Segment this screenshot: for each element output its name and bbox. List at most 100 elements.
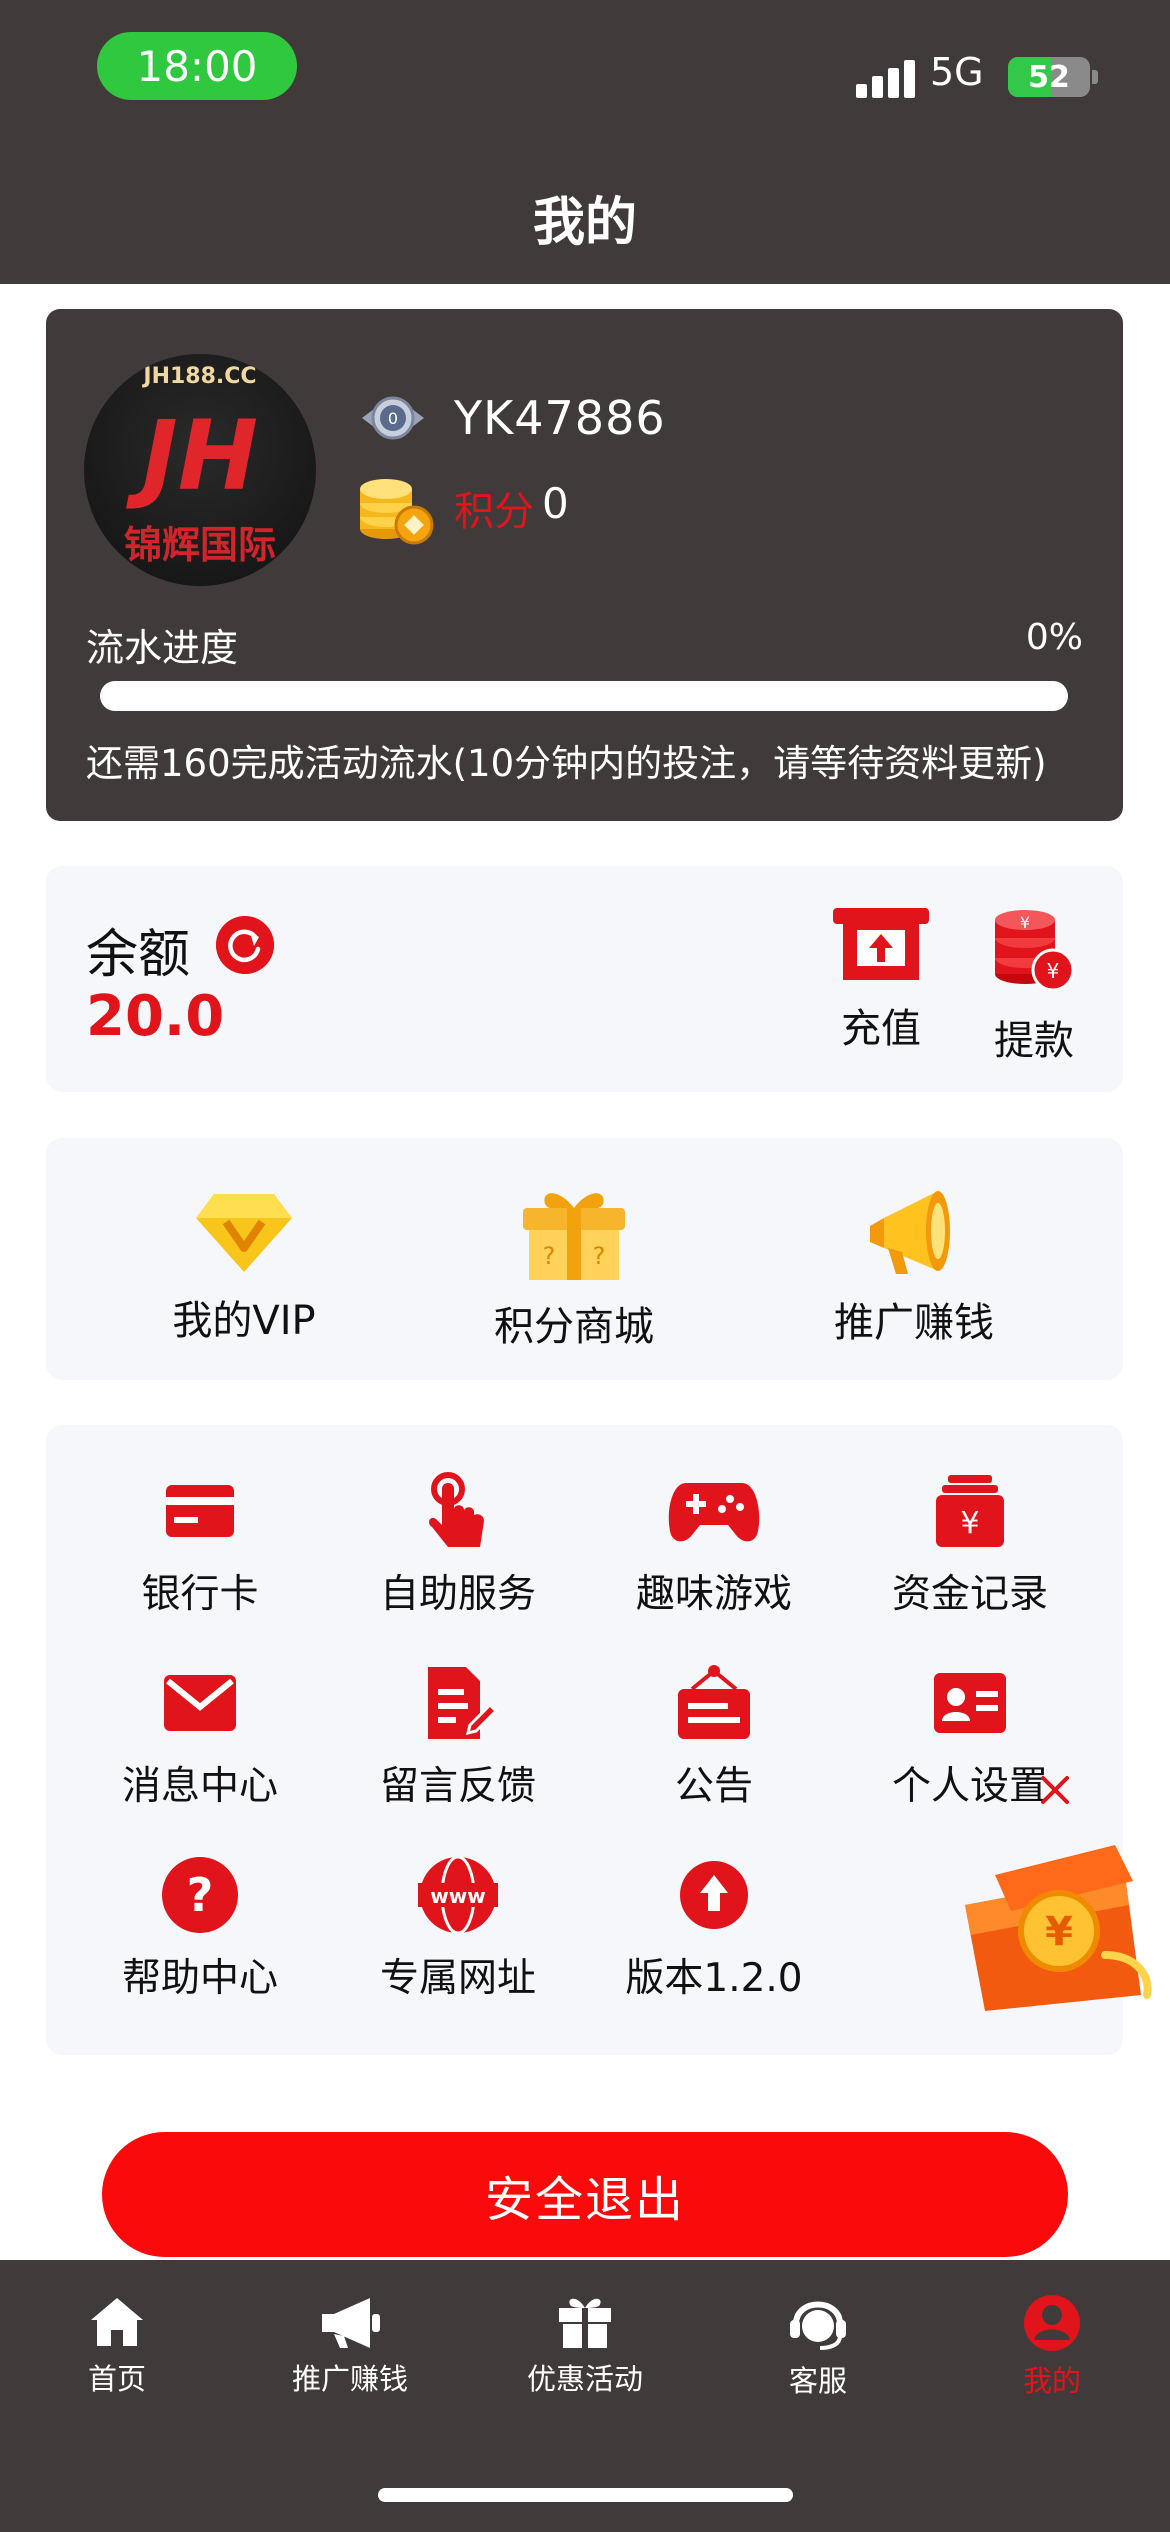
svg-text:¥: ¥ (1020, 913, 1030, 932)
features-card: 我的VIP ? ? 积分商城 推广赚钱 (46, 1138, 1123, 1380)
page-title: 我的 (532, 193, 637, 253)
help-icon: ? (162, 1857, 238, 1933)
recharge-label: 充值 (841, 1006, 921, 1052)
points-value: 0 (542, 479, 569, 528)
menu-announcement[interactable]: 公告 (594, 1663, 834, 1811)
menu-label: 消息中心 (121, 1764, 278, 1809)
tab-home[interactable]: 首页 (17, 2294, 217, 2398)
status-time: 18:00 (97, 32, 297, 100)
home-indicator (378, 2488, 793, 2502)
tab-label: 首页 (87, 2362, 146, 2396)
close-icon[interactable] (1035, 1770, 1075, 1810)
points-label: 积分 (454, 489, 534, 535)
balance-label: 余额 (86, 925, 191, 985)
svg-text:?: ? (543, 1242, 556, 1270)
menu-label: 专属网址 (379, 1956, 536, 2001)
menu-messages[interactable]: 消息中心 (80, 1663, 320, 1811)
menu-label: 资金记录 (891, 1572, 1048, 1617)
withdraw-label: 提款 (994, 1018, 1074, 1064)
refresh-icon[interactable] (216, 916, 274, 974)
megaphone-icon (322, 2298, 380, 2348)
tab-label: 我的 (1022, 2364, 1081, 2398)
menu-label: 版本1.2.0 (625, 1956, 803, 2001)
level-badge-icon: 0 (362, 396, 424, 440)
tab-label: 优惠活动 (526, 2362, 643, 2396)
feature-label: 积分商城 (494, 1304, 654, 1350)
menu-version[interactable]: 版本1.2.0 (594, 1855, 834, 2003)
balance-value: 20.0 (86, 984, 225, 1049)
tab-mine[interactable]: 我的 (952, 2294, 1152, 2400)
mail-icon (164, 1675, 236, 1731)
bank-card-icon (166, 1485, 234, 1537)
tab-label: 客服 (788, 2364, 847, 2398)
menu-help[interactable]: ? 帮助中心 (80, 1855, 320, 2003)
recharge-button[interactable]: 充值 (821, 908, 941, 1054)
network-type: 5G (930, 50, 984, 94)
menu-label: 趣味游戏 (635, 1572, 792, 1617)
menu-bank-card[interactable]: 银行卡 (80, 1471, 320, 1619)
svg-text:?: ? (593, 1242, 606, 1270)
gift-icon (559, 2298, 611, 2348)
logout-button[interactable]: 安全退出 (102, 2132, 1068, 2257)
battery-cap (1092, 70, 1098, 84)
user-icon (1024, 2295, 1080, 2351)
feedback-icon (428, 1667, 498, 1739)
avatar-logo-mark: JH (141, 400, 259, 512)
megaphone-icon (870, 1191, 950, 1274)
profile-card: JH188.CC JH 锦辉国际 0 YK47886 积分 0 流水进度 0% … (46, 309, 1123, 821)
menu-label: 自助服务 (379, 1572, 536, 1617)
svg-text:?: ? (187, 1868, 214, 1922)
notice-board-icon (678, 1665, 750, 1739)
username: YK47886 (454, 391, 666, 445)
svg-text:¥: ¥ (960, 1506, 979, 1541)
headset-icon (790, 2301, 846, 2350)
feature-vip[interactable]: 我的VIP (134, 1186, 354, 1346)
upgrade-icon (680, 1861, 748, 1929)
home-icon (91, 2298, 143, 2346)
tab-promote[interactable]: 推广赚钱 (250, 2294, 450, 2398)
withdraw-icon: ¥ ¥ (995, 910, 1075, 992)
battery-icon: 52 (1008, 57, 1090, 97)
svg-text:¥: ¥ (1045, 1909, 1073, 1955)
menu-label: 帮助中心 (121, 1956, 278, 2001)
fund-record-icon: ¥ (936, 1475, 1004, 1547)
tab-customer-service[interactable]: 客服 (718, 2294, 918, 2400)
battery-level: 52 (1028, 59, 1070, 95)
id-card-icon (934, 1673, 1006, 1733)
recharge-icon (833, 908, 929, 980)
withdraw-button[interactable]: ¥ ¥ 提款 (974, 908, 1094, 1066)
points-mall-gift-icon: ? ? (523, 1193, 625, 1280)
progress-bar (100, 681, 1068, 711)
touch-hand-icon (429, 1472, 484, 1547)
tab-label: 推广赚钱 (291, 2362, 408, 2396)
svg-text:www: www (430, 1884, 485, 1908)
tab-promotions[interactable]: 优惠活动 (485, 2294, 685, 2398)
www-icon: www (418, 1855, 498, 1935)
vip-diamond-icon (196, 1194, 292, 1272)
menu-self-service[interactable]: 自助服务 (338, 1471, 578, 1619)
progress-percent: 0% (1025, 617, 1083, 658)
menu-fund-record[interactable]: ¥ 资金记录 (850, 1471, 1090, 1619)
menu-feedback[interactable]: 留言反馈 (338, 1663, 578, 1811)
menu-label: 留言反馈 (379, 1764, 536, 1809)
signal-icon (856, 58, 916, 98)
menu-fun-games[interactable]: 趣味游戏 (594, 1471, 834, 1619)
coins-icon (360, 479, 434, 545)
gamepad-icon (668, 1483, 760, 1542)
avatar-domain: JH188.CC (143, 364, 257, 389)
feature-promote[interactable]: 推广赚钱 (804, 1186, 1024, 1348)
feature-label: 推广赚钱 (834, 1300, 994, 1346)
progress-label: 流水进度 (86, 626, 239, 670)
menu-label: 银行卡 (141, 1572, 259, 1617)
balance-card: 余额 20.0 充值 ¥ ¥ 提款 (46, 866, 1123, 1092)
progress-note: 还需160完成活动流水(10分钟内的投注，请等待资料更新) (86, 742, 1047, 785)
feature-label: 我的VIP (172, 1298, 316, 1344)
menu-label: 公告 (674, 1764, 753, 1809)
menu-exclusive-url[interactable]: www 专属网址 (338, 1855, 578, 2003)
svg-text:¥: ¥ (1047, 959, 1060, 983)
feature-points-mall[interactable]: ? ? 积分商城 (464, 1186, 684, 1352)
floating-gift-icon[interactable]: ¥ (955, 1835, 1155, 2015)
header-bar: 18:00 5G 52 我的 (0, 0, 1170, 284)
avatar-brand: 锦辉国际 (123, 523, 276, 567)
avatar[interactable]: JH188.CC JH 锦辉国际 (84, 354, 316, 586)
